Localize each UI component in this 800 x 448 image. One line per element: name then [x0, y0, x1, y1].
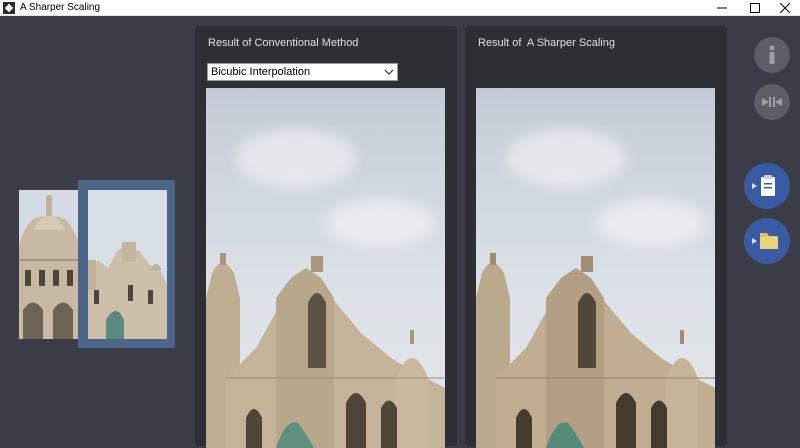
conventional-panel-title: Result of Conventional Method: [208, 37, 359, 49]
sharper-panel-title: Result of A Sharper Scaling: [478, 37, 615, 49]
minimize-icon: [717, 7, 727, 9]
open-folder-button[interactable]: [744, 218, 790, 264]
info-icon: [769, 45, 775, 64]
main-area: Result of Conventional Method Bicubic In…: [0, 17, 800, 448]
conventional-panel: Result of Conventional Method Bicubic In…: [195, 26, 457, 448]
thumbnail-selected-region: [88, 190, 167, 339]
sharper-result-image: [476, 88, 715, 448]
chevron-down-icon: [384, 64, 394, 80]
conventional-result-image: [206, 88, 445, 448]
maximize-icon: [750, 3, 760, 13]
info-button[interactable]: [754, 37, 790, 73]
thumbnail-image: [19, 190, 79, 339]
title-bar: A Sharper Scaling: [0, 0, 800, 16]
close-icon: [779, 2, 791, 14]
compare-button[interactable]: [754, 84, 790, 120]
folder-icon: [752, 233, 778, 249]
maximize-button[interactable]: [740, 0, 770, 16]
window-title: A Sharper Scaling: [20, 2, 101, 13]
clipboard-icon: [752, 175, 775, 196]
paste-clipboard-button[interactable]: [744, 163, 790, 209]
compare-icon: [762, 97, 782, 107]
minimize-button[interactable]: [707, 0, 737, 16]
method-select-value: Bicubic Interpolation: [211, 66, 311, 78]
app-icon: [3, 2, 15, 14]
method-select[interactable]: Bicubic Interpolation: [207, 63, 398, 81]
close-button[interactable]: [770, 0, 800, 16]
sharper-panel: Result of A Sharper Scaling: [465, 26, 727, 448]
